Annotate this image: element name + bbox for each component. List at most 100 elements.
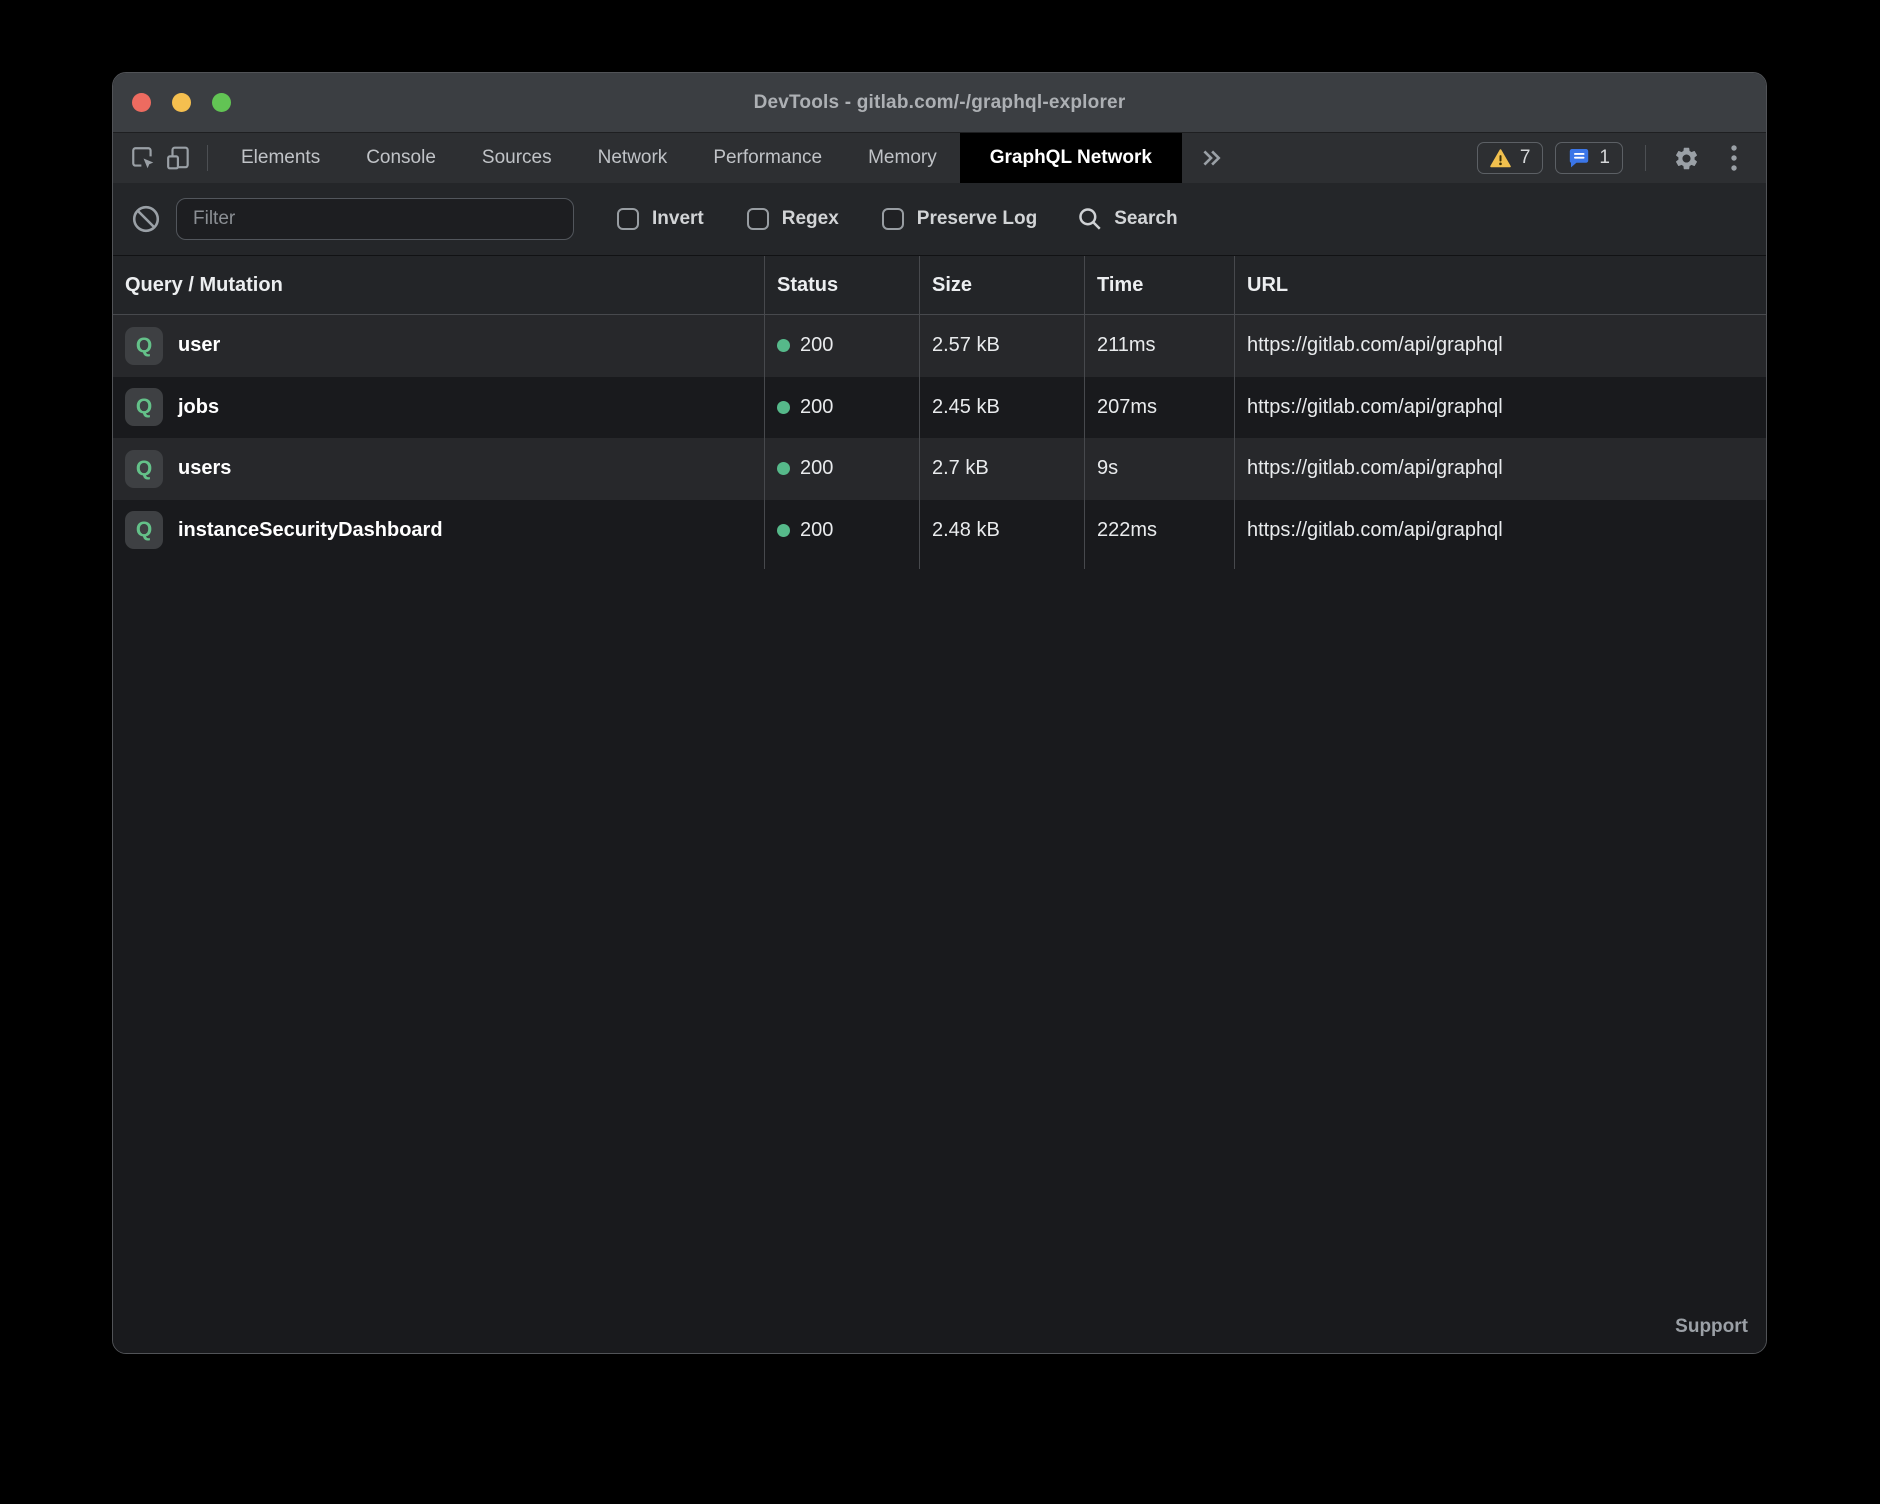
url-cell: https://gitlab.com/api/graphql xyxy=(1235,500,1766,562)
status-code: 200 xyxy=(800,334,833,357)
window-title: DevTools - gitlab.com/-/graphql-explorer xyxy=(754,92,1126,114)
url-cell: https://gitlab.com/api/graphql xyxy=(1235,377,1766,439)
size-cell: 2.7 kB xyxy=(920,438,1085,500)
status-code: 200 xyxy=(800,457,833,480)
table-body: Q user 200 2.57 kB 211ms https://gitlab.… xyxy=(113,315,1766,561)
regex-label: Regex xyxy=(782,208,839,230)
invert-filter-group: Invert xyxy=(617,208,704,230)
query-name: users xyxy=(178,457,231,480)
close-button[interactable] xyxy=(132,93,151,112)
toolbar-divider xyxy=(207,145,208,171)
messages-badge[interactable]: 1 xyxy=(1555,142,1623,174)
query-type-badge: Q xyxy=(125,450,163,488)
messages-count: 1 xyxy=(1599,147,1610,169)
more-options-button[interactable] xyxy=(1716,140,1752,176)
table-header: Query / Mutation Status Size Time URL xyxy=(113,256,1766,315)
preserve-log-group: Preserve Log xyxy=(882,208,1037,230)
query-cell: Q instanceSecurityDashboard xyxy=(113,500,765,562)
status-cell: 200 xyxy=(765,315,920,377)
column-header-status: Status xyxy=(765,256,920,314)
query-type-badge: Q xyxy=(125,388,163,426)
query-name: jobs xyxy=(178,396,219,419)
size-cell: 2.57 kB xyxy=(920,315,1085,377)
table-row[interactable]: Q instanceSecurityDashboard 200 2.48 kB … xyxy=(113,500,1766,562)
filter-input[interactable] xyxy=(176,198,574,240)
warnings-badge[interactable]: 7 xyxy=(1477,142,1544,174)
kebab-menu-icon xyxy=(1730,143,1738,173)
column-header-time: Time xyxy=(1085,256,1235,314)
support-link[interactable]: Support xyxy=(1675,1316,1748,1338)
search-button[interactable]: Search xyxy=(1077,206,1177,232)
tab-console[interactable]: Console xyxy=(343,133,459,183)
time-cell: 222ms xyxy=(1085,500,1235,562)
warnings-count: 7 xyxy=(1520,147,1531,169)
devtools-window: DevTools - gitlab.com/-/graphql-explorer… xyxy=(112,72,1767,1354)
query-cell: Q user xyxy=(113,315,765,377)
invert-label: Invert xyxy=(652,208,704,230)
tab-graphql-network[interactable]: GraphQL Network xyxy=(960,133,1182,183)
column-header-size: Size xyxy=(920,256,1085,314)
status-code: 200 xyxy=(800,396,833,419)
query-cell: Q users xyxy=(113,438,765,500)
query-cell: Q jobs xyxy=(113,377,765,439)
search-label: Search xyxy=(1114,208,1177,230)
traffic-lights xyxy=(132,73,231,132)
settings-button[interactable] xyxy=(1668,140,1704,176)
time-cell: 207ms xyxy=(1085,377,1235,439)
time-cell: 211ms xyxy=(1085,315,1235,377)
empty-panel-area xyxy=(113,569,1766,1353)
block-icon xyxy=(131,204,161,234)
tab-performance[interactable]: Performance xyxy=(690,133,845,183)
status-ok-dot-icon xyxy=(777,339,790,352)
toolbar-right-controls: 7 1 xyxy=(1477,140,1752,176)
gear-icon xyxy=(1673,145,1700,172)
column-header-query: Query / Mutation xyxy=(113,256,765,314)
more-tabs-button[interactable] xyxy=(1182,147,1240,169)
size-cell: 2.45 kB xyxy=(920,377,1085,439)
toolbar-divider xyxy=(1645,145,1646,171)
toggle-device-toolbar-button[interactable] xyxy=(161,140,197,176)
inspect-cursor-icon xyxy=(130,145,156,171)
search-icon xyxy=(1077,206,1103,232)
status-code: 200 xyxy=(800,519,833,542)
devtools-tab-bar: Elements Console Sources Network Perform… xyxy=(113,133,1766,183)
preserve-log-checkbox[interactable] xyxy=(882,208,904,230)
maximize-button[interactable] xyxy=(212,93,231,112)
status-cell: 200 xyxy=(765,438,920,500)
chevron-double-right-icon xyxy=(1200,147,1222,169)
inspect-element-button[interactable] xyxy=(125,140,161,176)
device-toolbar-icon xyxy=(166,145,192,171)
tab-elements[interactable]: Elements xyxy=(218,133,343,183)
url-cell: https://gitlab.com/api/graphql xyxy=(1235,315,1766,377)
status-cell: 200 xyxy=(765,377,920,439)
time-cell: 9s xyxy=(1085,438,1235,500)
table-row[interactable]: Q jobs 200 2.45 kB 207ms https://gitlab.… xyxy=(113,377,1766,439)
preserve-log-label: Preserve Log xyxy=(917,208,1037,230)
table-row[interactable]: Q users 200 2.7 kB 9s https://gitlab.com… xyxy=(113,438,1766,500)
column-header-url: URL xyxy=(1235,256,1766,314)
status-ok-dot-icon xyxy=(777,462,790,475)
message-bubble-icon xyxy=(1568,148,1590,169)
filter-bar: Invert Regex Preserve Log Search xyxy=(113,183,1766,256)
status-ok-dot-icon xyxy=(777,401,790,414)
tab-network[interactable]: Network xyxy=(575,133,691,183)
query-name: instanceSecurityDashboard xyxy=(178,519,443,542)
title-bar: DevTools - gitlab.com/-/graphql-explorer xyxy=(113,73,1766,133)
regex-checkbox[interactable] xyxy=(747,208,769,230)
regex-filter-group: Regex xyxy=(747,208,839,230)
url-cell: https://gitlab.com/api/graphql xyxy=(1235,438,1766,500)
table-column-tail xyxy=(113,561,1766,569)
tab-sources[interactable]: Sources xyxy=(459,133,575,183)
clear-log-button[interactable] xyxy=(129,202,163,236)
tab-memory[interactable]: Memory xyxy=(845,133,960,183)
query-name: user xyxy=(178,334,220,357)
invert-checkbox[interactable] xyxy=(617,208,639,230)
query-type-badge: Q xyxy=(125,327,163,365)
status-cell: 200 xyxy=(765,500,920,562)
minimize-button[interactable] xyxy=(172,93,191,112)
warning-triangle-icon xyxy=(1490,149,1511,168)
table-row[interactable]: Q user 200 2.57 kB 211ms https://gitlab.… xyxy=(113,315,1766,377)
size-cell: 2.48 kB xyxy=(920,500,1085,562)
status-ok-dot-icon xyxy=(777,524,790,537)
query-type-badge: Q xyxy=(125,511,163,549)
